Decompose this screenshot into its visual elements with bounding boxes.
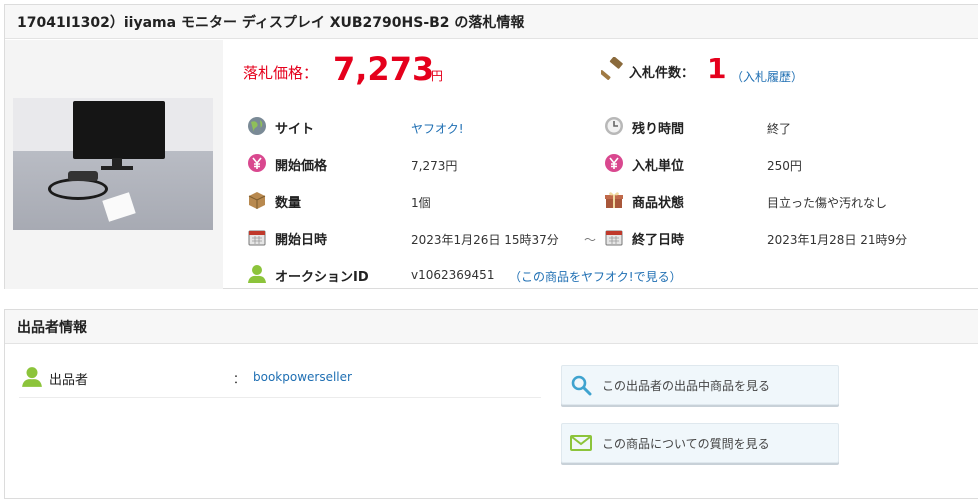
seller-colon: ： — [233, 372, 246, 386]
auction-id-value: v1062369451 — [411, 268, 495, 282]
seller-row: 出品者 ： bookpowerseller — [19, 362, 541, 398]
calendar-icon — [248, 230, 266, 246]
seller-label: 出品者 — [49, 373, 89, 388]
box-icon — [248, 192, 266, 209]
remaining-time-label: 残り時間 — [632, 122, 685, 137]
condition-label: 商品状態 — [632, 196, 685, 211]
site-label: サイト — [275, 122, 315, 137]
person-icon — [248, 265, 266, 283]
page-title: 17041I1302）iiyama モニター ディスプレイ XUB2790HS-… — [5, 5, 978, 39]
start-price-value: 7,273円 — [411, 159, 458, 173]
auction-details: 落札価格： 7,273 円 入札件数： 1 （入札履歴） サイト ヤフオク! 残… — [223, 40, 978, 289]
start-date-value: 2023年1月26日 15時37分 — [411, 233, 559, 247]
auction-info-panel: 17041I1302）iiyama モニター ディスプレイ XUB2790HS-… — [4, 4, 978, 289]
gift-icon — [605, 192, 623, 208]
yen-icon — [605, 154, 623, 172]
bid-count-label: 入札件数： — [629, 66, 695, 81]
view-on-yahoo-link[interactable]: （この商品をヤフオク!で見る） — [509, 268, 682, 285]
price-unit: 円 — [431, 69, 444, 83]
ask-question-label: この商品についての質問を見る — [602, 436, 770, 451]
remaining-time-value: 終了 — [767, 122, 792, 136]
product-photo[interactable] — [13, 98, 213, 230]
person-icon — [22, 367, 42, 387]
mail-icon — [570, 435, 592, 451]
auction-id-label: オークションID — [275, 270, 369, 285]
yen-icon — [248, 154, 266, 172]
bid-unit-value: 250円 — [767, 159, 802, 173]
seller-info-panel: 出品者情報 出品者 ： bookpowerseller この出品者の出品中商品を… — [4, 309, 978, 499]
seller-section-title: 出品者情報 — [5, 310, 978, 344]
end-date-label: 終了日時 — [632, 233, 685, 248]
start-price-label: 開始価格 — [275, 159, 328, 174]
start-date-label: 開始日時 — [275, 233, 328, 248]
search-icon — [571, 375, 592, 396]
bid-unit-label: 入札単位 — [632, 159, 685, 174]
ask-question-button[interactable]: この商品についての質問を見る — [561, 423, 839, 463]
globe-icon — [248, 117, 266, 135]
gavel-icon — [601, 57, 623, 80]
view-seller-items-label: この出品者の出品中商品を見る — [602, 378, 771, 393]
price-value: 7,273 — [333, 50, 435, 88]
condition-value: 目立った傷や汚れなし — [767, 196, 888, 210]
price-label: 落札価格： — [243, 64, 319, 82]
bid-history-link[interactable]: （入札履歴） — [731, 68, 803, 85]
view-seller-items-button[interactable]: この出品者の出品中商品を見る — [561, 365, 839, 405]
end-date-value: 2023年1月28日 21時9分 — [767, 233, 908, 247]
calendar-icon — [605, 230, 623, 246]
quantity-label: 数量 — [275, 196, 302, 211]
clock-icon — [605, 117, 623, 135]
bid-count-value: 1 — [707, 52, 727, 85]
product-image-area — [5, 40, 223, 289]
seller-name-link[interactable]: bookpowerseller — [253, 370, 352, 384]
site-link[interactable]: ヤフオク! — [411, 120, 464, 137]
date-separator: ～ — [584, 233, 597, 247]
quantity-value: 1個 — [411, 196, 431, 210]
